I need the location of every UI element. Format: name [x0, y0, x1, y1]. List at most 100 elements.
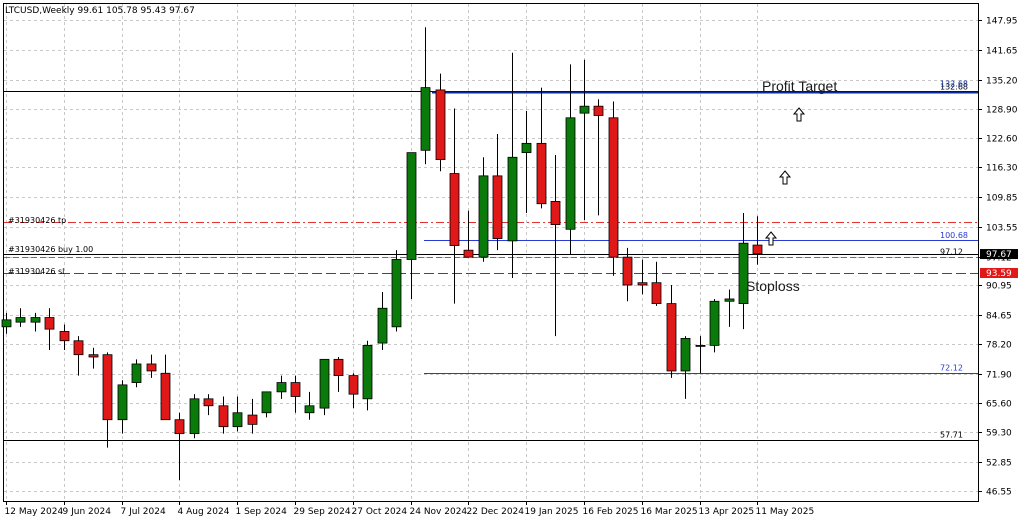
x-tick-label: 19 Jan 2025	[525, 507, 579, 517]
y-tick-label: 135.20	[986, 77, 1018, 87]
x-tick-label: 16 Mar 2025	[641, 507, 698, 517]
candle-body	[752, 244, 763, 255]
y-tick-label: 147.95	[986, 17, 1018, 27]
x-tick-label: 29 Sep 2024	[294, 507, 351, 517]
candle-body	[680, 338, 691, 372]
level-tag-level_72: 72.12	[940, 364, 963, 373]
order-label-buy: #31930426 buy 1.00	[8, 245, 93, 254]
candle-body	[608, 117, 619, 258]
profit-target-label: Profit Target	[762, 78, 837, 94]
candle	[709, 298, 720, 353]
x-tick-label: 24 Nov 2024	[410, 507, 468, 517]
candle-body	[449, 173, 460, 246]
candle-body	[290, 382, 301, 397]
x-tick-label: 9 Jun 2024	[63, 507, 112, 517]
symbol-info: LTCUSD,Weekly 99.61 105.78 95.43 97.67	[5, 6, 195, 16]
candle-body	[247, 414, 258, 425]
candle-body	[73, 340, 84, 356]
level-tag-level_57: 57.71	[940, 431, 963, 440]
candle-body	[695, 344, 706, 347]
candle-body	[117, 384, 128, 421]
candle-body	[550, 201, 561, 226]
candle-body	[131, 363, 142, 383]
candle-body	[59, 331, 70, 342]
level-tag-level_100: 100.68	[940, 231, 968, 240]
candle-body	[521, 142, 532, 154]
x-tick-label: 11 May 2025	[756, 507, 815, 517]
y-tick-label: 78.20	[986, 341, 1012, 351]
y-tick-label: 46.55	[986, 488, 1012, 498]
candle-body	[435, 89, 446, 161]
y-tick-label: 84.65	[986, 312, 1012, 322]
candle-body	[15, 317, 26, 323]
x-tick-label: 13 Apr 2025	[699, 507, 755, 517]
x-tick-label: 1 Sep 2024	[236, 507, 288, 517]
candle-body	[333, 358, 344, 376]
candle-body	[102, 354, 113, 421]
candle-body	[348, 375, 359, 395]
candle-body	[666, 303, 677, 372]
candle-body	[276, 382, 287, 393]
candle-body	[507, 156, 518, 242]
y-tick-label: 141.65	[986, 47, 1018, 57]
x-tick-label: 4 Aug 2024	[178, 507, 230, 517]
candle-body	[174, 419, 185, 435]
x-tick-label: 7 Jul 2024	[121, 507, 166, 517]
y-tick-label: 90.95	[986, 282, 1012, 292]
candle-body	[232, 412, 243, 428]
candle-body	[637, 282, 648, 286]
y-tick-label: 59.30	[986, 429, 1012, 439]
level-tag-level_97: 97.12	[940, 248, 963, 257]
x-tick-label: 22 Dec 2024	[467, 507, 525, 517]
candle-body	[622, 256, 633, 286]
y-tick-label: 52.85	[986, 459, 1012, 469]
candle-body	[536, 142, 547, 205]
candle-body	[565, 117, 576, 230]
level-tag-upper_blue: 132.68	[940, 80, 968, 89]
y-tick-label: 109.85	[986, 194, 1018, 204]
candle-body	[579, 105, 590, 114]
candle-body	[651, 282, 662, 304]
candle-body	[44, 317, 55, 330]
candle-body	[377, 307, 388, 344]
candle-body	[709, 300, 720, 346]
candle-body	[189, 398, 200, 435]
candle-body	[492, 175, 503, 239]
candlestick-chart[interactable]: 147.95 141.65 135.20 128.90 122.60 116.30 109.…	[0, 0, 1024, 522]
y-tick-label: 65.60	[986, 400, 1012, 410]
order-label-sl: #31930426 sl	[8, 267, 64, 276]
candle-body	[593, 105, 604, 116]
y-tick-label: 103.55	[986, 224, 1018, 234]
candle-body	[738, 242, 749, 304]
candle-body	[420, 87, 431, 151]
candle	[608, 101, 619, 276]
x-tick-label: 16 Feb 2025	[583, 507, 639, 517]
x-tick-label: 12 May 2024	[5, 507, 64, 517]
candle-body	[1, 319, 12, 328]
candle-body	[261, 391, 272, 414]
candle-body	[160, 372, 171, 421]
candle-body	[362, 344, 373, 400]
candle-body	[304, 405, 315, 414]
stoploss-label: Stoploss	[746, 278, 800, 294]
candle-body	[319, 358, 330, 409]
candle	[319, 358, 330, 416]
y-tick-label: 71.90	[986, 371, 1012, 381]
candle-body	[478, 175, 489, 258]
price-tag-current-text: 97.67	[986, 250, 1012, 260]
candle	[189, 394, 200, 439]
candle-body	[391, 259, 402, 328]
candle-body	[30, 317, 41, 323]
y-tick-label: 128.90	[986, 106, 1018, 116]
candle-body	[463, 249, 474, 258]
candle-body	[203, 398, 214, 407]
candle-body	[406, 152, 417, 260]
candle-body	[218, 405, 229, 428]
price-tag-sl-text: 93.59	[986, 269, 1012, 279]
x-axis: 12 May 2024 9 Jun 2024 7 Jul 2024 4 Aug 202…	[5, 501, 815, 517]
candle-body	[146, 363, 157, 372]
candle-body	[88, 354, 99, 358]
candle	[391, 250, 402, 332]
x-tick-label: 27 Oct 2024	[352, 507, 408, 517]
candle-body	[724, 298, 735, 302]
